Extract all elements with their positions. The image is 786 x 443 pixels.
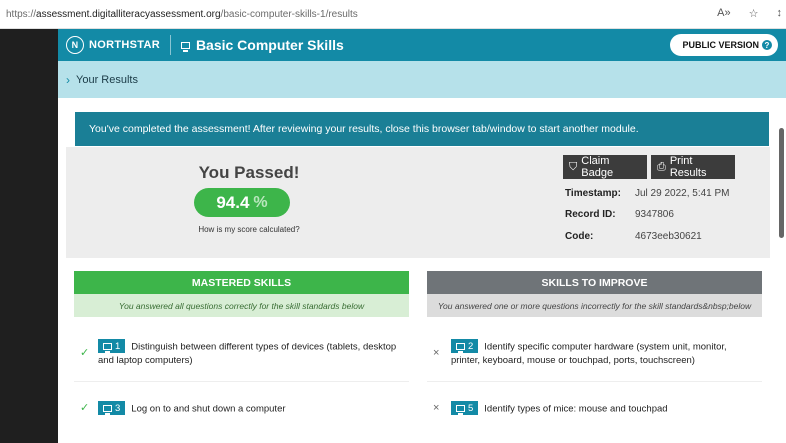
url-path: /basic-computer-skills-1/results bbox=[220, 8, 358, 20]
score-badge: 94.4 % bbox=[194, 188, 290, 217]
skill-number-badge[interactable]: 2 bbox=[451, 339, 479, 353]
skill-text: Identify types of mice: mouse and touchp… bbox=[484, 403, 668, 415]
printer-icon: ⎙ bbox=[657, 160, 666, 173]
completion-banner: You've completed the assessment! After r… bbox=[75, 112, 769, 146]
skills-to-improve-panel: SKILLS TO IMPROVE You answered one or mo… bbox=[427, 271, 762, 415]
list-item: × 2 Identify specific computer hardware (… bbox=[427, 339, 762, 369]
skill-number: 3 bbox=[115, 402, 121, 414]
skill-text: Identify specific computer hardware (sys… bbox=[451, 341, 727, 366]
check-icon: ✓ bbox=[80, 402, 90, 414]
skill-number: 1 bbox=[115, 340, 121, 352]
skill-number-badge[interactable]: 3 bbox=[98, 401, 126, 415]
module-title: Basic Computer Skills bbox=[180, 37, 344, 53]
print-results-label: Print Results bbox=[669, 155, 707, 179]
url-prefix: https:// bbox=[6, 8, 37, 20]
breadcrumb-label: Your Results bbox=[76, 73, 138, 86]
code-value: 4673eeb30621 bbox=[635, 231, 702, 242]
x-icon: × bbox=[433, 402, 440, 414]
claim-badge-label: Claim Badge bbox=[581, 155, 614, 179]
brand-name: NORTHSTAR bbox=[89, 39, 160, 51]
timestamp-value: Jul 29 2022, 5:41 PM bbox=[635, 188, 730, 199]
url-host: assessment.digitalliteracyassessment.org bbox=[36, 8, 221, 20]
score-unit: % bbox=[253, 193, 268, 211]
northstar-logo[interactable]: N NORTHSTAR bbox=[66, 36, 160, 54]
northstar-logo-icon: N bbox=[66, 36, 84, 54]
monitor-icon bbox=[103, 342, 112, 353]
mastered-skills-panel: MASTERED SKILLS You answered all questio… bbox=[74, 271, 409, 415]
claim-badge-button[interactable]: ⛉ Claim Badge bbox=[563, 155, 647, 179]
timestamp-row: Timestamp: Jul 29 2022, 5:41 PM bbox=[565, 188, 730, 199]
completion-banner-text: You've completed the assessment! After r… bbox=[89, 123, 639, 135]
top-nav: N NORTHSTAR Basic Computer Skills PUBLIC… bbox=[58, 29, 786, 61]
header-divider bbox=[169, 35, 171, 55]
read-aloud-icon[interactable]: A» bbox=[717, 7, 730, 20]
shield-icon: ⛉ bbox=[569, 160, 578, 173]
mastered-skills-title: MASTERED SKILLS bbox=[74, 271, 409, 294]
timestamp-key: Timestamp: bbox=[565, 188, 621, 199]
monitor-icon bbox=[103, 404, 112, 415]
favorite-star-icon[interactable]: ☆ bbox=[749, 7, 759, 20]
skills-to-improve-subtitle: You answered one or more questions incor… bbox=[427, 294, 762, 317]
record-id-row: Record ID: 9347806 bbox=[565, 209, 674, 220]
module-title-text: Basic Computer Skills bbox=[195, 37, 344, 53]
app-page: N NORTHSTAR Basic Computer Skills PUBLIC… bbox=[58, 29, 786, 443]
score-value: 94.4 bbox=[216, 192, 250, 212]
skill-number: 2 bbox=[468, 340, 474, 352]
mastered-skills-subtitle: You answered all questions correctly for… bbox=[74, 294, 409, 317]
scrollbar-thumb[interactable] bbox=[779, 128, 784, 238]
code-row: Code: 4673eeb30621 bbox=[565, 231, 702, 242]
monitor-icon bbox=[180, 41, 190, 52]
check-icon: ✓ bbox=[80, 347, 90, 359]
skill-number-badge[interactable]: 1 bbox=[98, 339, 126, 353]
score-calculation-link[interactable]: How is my score calculated? bbox=[184, 225, 314, 234]
skill-number-badge[interactable]: 5 bbox=[451, 401, 479, 415]
result-headline: You Passed! bbox=[198, 163, 300, 182]
print-results-button[interactable]: ⎙ Print Results bbox=[651, 155, 735, 179]
list-item: × 5 Identify types of mice: mouse and tou… bbox=[427, 401, 762, 417]
extensions-icon[interactable]: ↕ bbox=[777, 7, 783, 20]
address-bar[interactable]: https:// assessment.digitalliteracyasses… bbox=[0, 0, 786, 29]
breadcrumb[interactable]: › Your Results bbox=[58, 61, 786, 98]
public-version-button[interactable]: PUBLIC VERSION ? bbox=[670, 34, 778, 56]
record-id-value: 9347806 bbox=[635, 209, 674, 220]
list-item: ✓ 3 Log on to and shut down a computer bbox=[74, 401, 409, 417]
skill-text: Log on to and shut down a computer bbox=[131, 403, 286, 415]
question-icon: ? bbox=[762, 40, 772, 50]
divider bbox=[427, 381, 762, 382]
code-key: Code: bbox=[565, 231, 594, 242]
result-summary: You Passed! 94.4 % How is my score calcu… bbox=[66, 147, 770, 258]
chevron-right-icon: › bbox=[66, 72, 70, 87]
public-version-label: PUBLIC VERSION bbox=[682, 40, 759, 50]
x-icon: × bbox=[433, 347, 440, 359]
list-item: ✓ 1 Distinguish between different types o… bbox=[74, 339, 409, 369]
skill-number: 5 bbox=[468, 402, 474, 414]
left-margin bbox=[0, 29, 58, 443]
record-id-key: Record ID: bbox=[565, 209, 616, 220]
monitor-icon bbox=[456, 342, 465, 353]
divider bbox=[74, 381, 409, 382]
skills-to-improve-title: SKILLS TO IMPROVE bbox=[427, 271, 762, 294]
skill-text: Distinguish between different types of d… bbox=[98, 341, 397, 366]
monitor-icon bbox=[456, 404, 465, 415]
